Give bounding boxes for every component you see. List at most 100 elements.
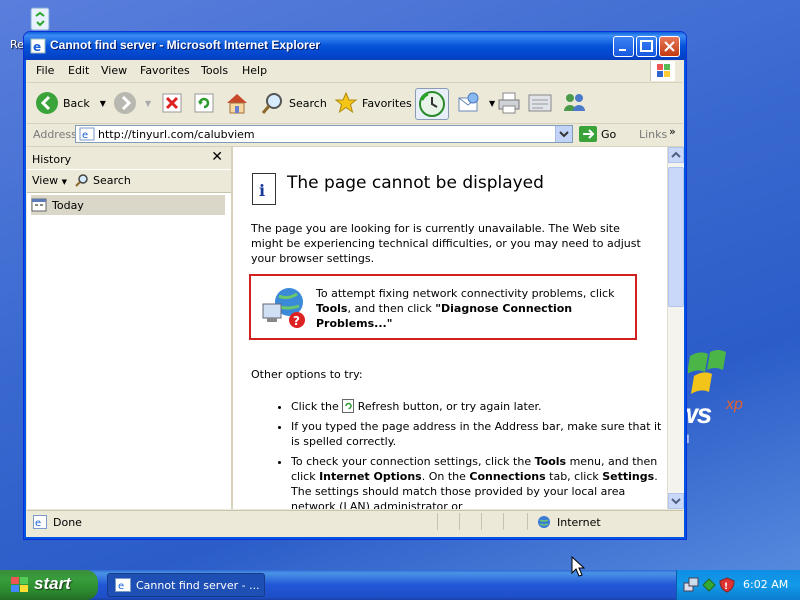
desktop-icon-label: Re (10, 38, 24, 51)
links-label[interactable]: Links (639, 128, 667, 141)
option-spelling: If you typed the page address in the Add… (291, 419, 667, 449)
ie-window: e Cannot find server - Microsoft Interne… (23, 31, 687, 540)
forward-dropdown-icon[interactable]: ▼ (145, 99, 151, 108)
home-button[interactable] (225, 90, 249, 116)
network-globe-icon: ? (262, 288, 305, 328)
toolbar: Back ▼ ▼ Search Favorites ▼ (27, 83, 683, 124)
menu-help[interactable]: Help (242, 64, 267, 77)
messenger-button[interactable] (561, 90, 587, 116)
edit-button[interactable] (527, 90, 553, 116)
search-button[interactable]: Search (261, 90, 327, 116)
history-header: History ✕ (27, 147, 231, 169)
status-zone: Internet (537, 515, 601, 529)
status-divider (503, 513, 504, 530)
maximize-button[interactable] (636, 36, 657, 57)
option-connection: To check your connection settings, click… (291, 454, 667, 509)
history-button[interactable] (415, 88, 449, 120)
tray-network-icon[interactable] (683, 577, 699, 593)
favorites-button[interactable]: Favorites (334, 90, 412, 116)
menu-view[interactable]: View (101, 64, 127, 77)
forward-button[interactable]: ▼ (113, 90, 151, 116)
back-button[interactable]: Back ▼ (35, 90, 106, 116)
home-icon (227, 94, 247, 114)
edit-document-icon (528, 94, 552, 112)
svg-text:e: e (118, 581, 124, 592)
scroll-up-icon[interactable] (668, 147, 684, 163)
opt3-settings: Settings (602, 470, 655, 483)
history-title: History (32, 153, 72, 166)
diagnose-mid: , and then click (347, 302, 436, 315)
page-title: The page cannot be displayed (287, 173, 544, 193)
back-dropdown-icon[interactable]: ▼ (100, 99, 106, 108)
menu-edit[interactable]: Edit (68, 64, 89, 77)
status-divider (527, 513, 528, 530)
messenger-icon (564, 94, 585, 111)
history-close-icon[interactable]: ✕ (211, 149, 223, 165)
mail-icon (458, 92, 479, 112)
scroll-thumb[interactable] (668, 167, 684, 307)
minimize-button[interactable] (613, 36, 634, 57)
taskbar-ie-label: Cannot find server - ... (136, 579, 260, 592)
windows-logo (687, 342, 728, 402)
mail-dropdown-icon[interactable]: ▼ (489, 99, 495, 108)
taskbar-ie-button[interactable]: e Cannot find server - ... (107, 573, 265, 597)
recycle-bin-icon[interactable] (26, 4, 54, 32)
diagnose-tools: Tools (316, 302, 348, 315)
back-label: Back (63, 96, 90, 110)
svg-text:e: e (33, 40, 41, 54)
option-refresh-post: Refresh button, or try again later. (354, 400, 542, 413)
links-chevron-icon[interactable]: » (669, 125, 676, 138)
diagnose-text: To attempt fixing network connectivity p… (316, 286, 632, 331)
menu-file[interactable]: File (36, 64, 54, 77)
tray-security-shield-icon[interactable]: ! (719, 577, 735, 593)
favorites-star-icon (334, 91, 358, 114)
back-arrow-icon (36, 92, 58, 114)
print-button[interactable] (497, 90, 521, 116)
go-label: Go (601, 127, 617, 141)
opt3-io: Internet Options (319, 470, 422, 483)
history-view-button[interactable]: View ▼ (32, 174, 67, 187)
opt3-tools: Tools (534, 455, 567, 468)
mouse-cursor-icon (571, 556, 585, 577)
history-item-today[interactable]: Today (31, 195, 225, 215)
error-page: i The page cannot be displayed The page … (233, 147, 667, 509)
refresh-button[interactable] (193, 90, 215, 116)
windows-flag-icon (650, 61, 675, 81)
opt3-conn: Connections (469, 470, 546, 483)
refresh-icon (194, 93, 214, 113)
ie-icon: e (30, 38, 46, 54)
history-search-icon (75, 174, 88, 187)
vertical-scrollbar[interactable] (667, 147, 684, 509)
forward-arrow-icon (114, 92, 136, 114)
search-label: Search (289, 96, 327, 110)
clock[interactable]: 6:02 AM (743, 578, 788, 591)
taskbar: start e Cannot find server - ... ! 6:02 … (0, 570, 800, 600)
windows-flag-icon (11, 577, 28, 592)
start-button[interactable]: start (0, 570, 98, 600)
history-toolbar: View ▼ Search (27, 170, 231, 193)
info-icon: i (252, 173, 276, 205)
taskbar-ie-icon: e (115, 578, 131, 592)
printer-icon (498, 92, 520, 114)
status-done: Done (53, 515, 82, 529)
title-bar[interactable]: e Cannot find server - Microsoft Interne… (24, 32, 686, 60)
close-button[interactable] (659, 36, 680, 57)
opt3-a: To check your connection settings, click… (291, 455, 535, 468)
go-button[interactable]: Go (579, 126, 616, 142)
windows-xp-sup: xp (726, 396, 743, 413)
tray-update-icon[interactable] (701, 577, 717, 593)
scroll-down-icon[interactable] (668, 493, 684, 509)
menu-favorites[interactable]: Favorites (140, 64, 190, 77)
mail-button[interactable]: ▼ (457, 90, 495, 116)
opt3-c: . On the (421, 470, 470, 483)
svg-text:!: ! (724, 582, 728, 592)
address-dropdown-icon[interactable] (555, 126, 572, 142)
history-search-button[interactable]: Search (75, 173, 131, 187)
content-area: History ✕ View ▼ Search Today i The page… (27, 147, 684, 509)
menu-tools[interactable]: Tools (201, 64, 228, 77)
stop-button[interactable] (161, 90, 183, 116)
address-input[interactable]: e http://tinyurl.com/calubviem (75, 125, 573, 143)
options-list: Click the Refresh button, or try again l… (271, 399, 667, 509)
diagnose-box: ? To attempt fixing network connectivity… (249, 274, 637, 340)
svg-text:i: i (259, 181, 265, 200)
